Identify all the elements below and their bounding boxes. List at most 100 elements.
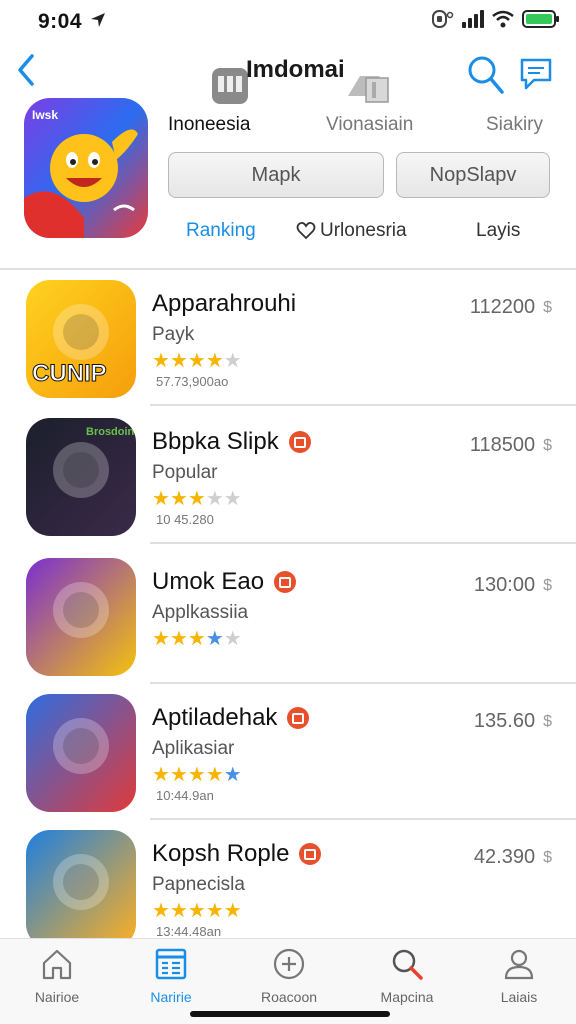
location-arrow-icon: [91, 13, 105, 27]
copy-icon: [348, 76, 389, 103]
app-icon[interactable]: [26, 694, 136, 812]
star-icon: ★: [205, 350, 224, 372]
home-icon: [42, 949, 72, 980]
star-icon: ★: [169, 350, 188, 372]
filter-layout-label: Layis: [476, 220, 521, 241]
app-name: Apparahrouhi: [152, 290, 296, 318]
app-rating-stars: ★★★★★: [152, 626, 242, 651]
add-icon: [273, 948, 305, 980]
app-badge-icon: [274, 571, 297, 593]
heart-icon: [296, 221, 316, 240]
app-price[interactable]: 42.390 $: [474, 846, 552, 869]
star-icon: ★: [169, 900, 188, 922]
filter-ranking-label: Ranking: [186, 220, 256, 241]
tab-search-label: Mapcina: [380, 989, 434, 1005]
app-name: Kopsh Rople: [152, 840, 322, 868]
app-badge-icon: [288, 431, 311, 453]
app-name-text: Kopsh Rople: [152, 840, 290, 867]
star-icon: ★: [187, 350, 206, 372]
app-subtitle: Payk: [152, 324, 195, 345]
app-row[interactable]: Brosdoin Bbpka Slipk Popular ★★★★★ 10 45.280…: [0, 416, 576, 552]
location-tab-3[interactable]: Siakiry: [486, 114, 543, 136]
status-icons: [432, 10, 559, 28]
price-symbol: $: [543, 298, 552, 316]
star-icon: ★: [152, 764, 170, 786]
app-artwork-icon: [26, 558, 136, 676]
app-price-value: 135.60: [473, 710, 536, 732]
app-row[interactable]: CUNIP Apparahrouhi Payk ★★★★★ 57.73,900ao 112…: [0, 278, 576, 414]
app-rating-stars: ★★★★★: [152, 486, 242, 511]
app-badge-icon: [287, 707, 310, 729]
tab-add[interactable]: Roacoon: [234, 947, 344, 1005]
star-icon: ★: [205, 764, 224, 786]
tab-browse[interactable]: Naririe: [116, 947, 226, 1005]
star-icon: ★: [152, 900, 170, 922]
star-icon: ★: [223, 488, 242, 510]
tab-search[interactable]: Mapcina: [352, 947, 462, 1005]
filter-ranking[interactable]: Ranking: [186, 220, 256, 242]
row-divider: [150, 404, 576, 406]
app-price[interactable]: 135.60 $: [474, 710, 552, 733]
status-time: 9:04: [38, 10, 83, 33]
app-subtitle: Applkassiia: [152, 602, 249, 623]
filter-location[interactable]: Urlonesria: [296, 220, 407, 242]
app-price[interactable]: 118500 $: [470, 434, 552, 457]
segment-button-2[interactable]: NopSlapv: [396, 152, 550, 198]
app-name-text: Aptiladehak: [152, 704, 278, 731]
app-meta: 13:44.48an: [156, 924, 222, 939]
app-icon[interactable]: [26, 830, 136, 948]
segment-button-1[interactable]: Mapk: [168, 152, 384, 198]
back-button[interactable]: [8, 50, 44, 90]
tab-home[interactable]: Nairioe: [2, 947, 112, 1005]
star-icon: ★: [187, 488, 206, 510]
app-row[interactable]: Aptiladehak Aplikasiar ★★★★★ 10:44.9an 135.6…: [0, 692, 576, 828]
app-meta: 10:44.9an: [156, 788, 214, 803]
star-icon: ★: [187, 900, 206, 922]
chat-icon: [520, 58, 552, 90]
price-symbol: $: [543, 576, 552, 594]
filter-bar: Ranking Urlonesria Layis: [168, 220, 564, 250]
app-icon[interactable]: [26, 558, 136, 676]
row-divider: [150, 818, 576, 820]
search-icon: [468, 56, 504, 94]
star-icon: ★: [152, 628, 170, 650]
star-icon: ★: [169, 764, 188, 786]
app-price-value: 42.390: [473, 846, 536, 868]
app-price[interactable]: 130:00 $: [474, 574, 552, 597]
status-bar: 9:04: [0, 0, 576, 44]
app-icon[interactable]: Brosdoin: [26, 418, 136, 536]
person-icon: [504, 949, 534, 980]
app-name: Umok Eao: [152, 568, 297, 596]
star-icon: ★: [205, 488, 224, 510]
star-icon: ★: [205, 900, 224, 922]
app-row[interactable]: Umok Eao Applkassiia ★★★★★ 130:00 $: [0, 556, 576, 692]
location-tabs: Inoneesia Vionasiain Siakiry: [168, 114, 564, 142]
star-icon: ★: [152, 488, 170, 510]
row-divider: [150, 542, 576, 544]
app-artwork-icon: [26, 830, 136, 948]
location-tab-2[interactable]: Vionasiain: [326, 114, 413, 136]
featured-app-icon[interactable]: Iwsk: [24, 98, 148, 238]
page-title: Imdomai: [246, 56, 345, 83]
price-symbol: $: [543, 436, 552, 454]
app-rating-stars: ★★★★★: [152, 762, 242, 787]
app-meta: 57.73,900ao: [156, 374, 229, 389]
app-meta: 10 45.280: [156, 512, 214, 527]
app-price[interactable]: 112200 $: [470, 296, 552, 319]
app-name: Bbpka Slipk: [152, 428, 311, 456]
location-tab-1[interactable]: Inoneesia: [168, 114, 250, 136]
tab-profile[interactable]: Laiais: [464, 947, 574, 1005]
filter-layout[interactable]: Layis: [476, 220, 520, 242]
row-divider: [150, 682, 576, 684]
app-artwork-icon: [26, 694, 136, 812]
messages-button[interactable]: [516, 54, 556, 94]
app-icon[interactable]: CUNIP: [26, 280, 136, 398]
app-subtitle: Popular: [152, 462, 218, 483]
search-button[interactable]: [466, 54, 506, 98]
star-icon: ★: [169, 628, 188, 650]
home-indicator: [190, 1011, 390, 1017]
app-icon-text: Brosdoin: [86, 426, 135, 438]
tab-profile-label: Laiais: [500, 989, 538, 1005]
wifi-icon: [492, 10, 514, 28]
app-name: Aptiladehak: [152, 704, 310, 732]
